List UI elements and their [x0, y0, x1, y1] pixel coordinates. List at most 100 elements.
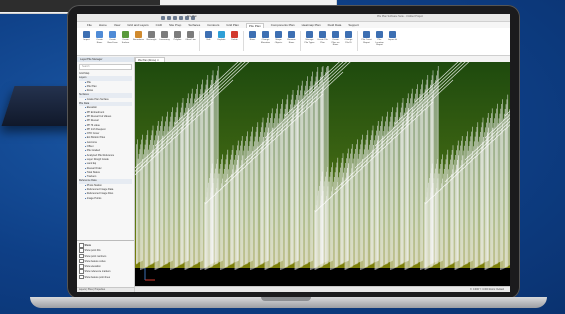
- change-elevation-button[interactable]: Change Elevation: [260, 31, 271, 49]
- row-from-icon: [109, 31, 116, 38]
- ribbon-button-label: Explode: [217, 39, 226, 41]
- ribbon-button-label: Pile Location Report: [375, 39, 384, 47]
- pile-count-report-button[interactable]: Pile Count Report: [361, 31, 372, 49]
- offset-icon: [187, 31, 194, 38]
- redo-icon[interactable]: [173, 15, 177, 20]
- create-surface-button[interactable]: Create Surface: [120, 31, 131, 49]
- ribbon-button-label: Rows: [249, 39, 256, 41]
- app-window: Site Plan Pile Plan Software Suite - Unt…: [77, 14, 510, 292]
- ribbon-button-label: Create Surface: [121, 39, 130, 44]
- create-row-from-button[interactable]: Create Row From: [107, 31, 118, 49]
- import-icon: [83, 31, 90, 38]
- panel-divider[interactable]: [77, 240, 134, 241]
- surface-icon: [122, 31, 129, 38]
- ribbon-separator: [199, 31, 200, 51]
- delete-button[interactable]: Delete: [229, 31, 240, 49]
- window-title: Pile Plan Software Suite - Untitled Proj…: [377, 15, 423, 18]
- ribbon-button-label: Change Elevation: [261, 39, 270, 44]
- manage-pile-types-button[interactable]: Manage Pile Types: [304, 31, 315, 49]
- ribbon-button-label: Shape Objects: [274, 39, 283, 44]
- rows-list-icon: [249, 31, 256, 38]
- search-input[interactable]: Search: [79, 64, 132, 70]
- explode-icon: [218, 31, 225, 38]
- tab-view[interactable]: View: [114, 23, 120, 27]
- rows-button[interactable]: Rows: [247, 31, 258, 49]
- option-checkbox[interactable]: Show reference markers: [79, 269, 111, 274]
- import-button[interactable]: Import: [81, 31, 92, 49]
- ribbon-button-label: Boundaries: [132, 39, 145, 41]
- ribbon-button-label: Pile Count Report: [361, 39, 372, 44]
- pile-plan-plot[interactable]: [135, 62, 510, 292]
- panel-header: Layer/Pile Manager: [77, 57, 134, 62]
- title-tab[interactable]: Site Plan: [187, 15, 197, 18]
- ribbon-button-label: Delete: [231, 39, 238, 41]
- undo-icon[interactable]: [167, 15, 171, 20]
- ribbon-button-label: Offset Line: [185, 39, 196, 41]
- save-icon[interactable]: [161, 15, 165, 20]
- ribbon-button-label: Manage Pile Types: [304, 39, 315, 44]
- ribbon-separator: [243, 31, 244, 51]
- tab-surfaces[interactable]: Surfaces: [188, 23, 200, 27]
- ribbon-toolbar: Import Create Rows Create Row From Create S…: [77, 28, 510, 56]
- ribbon-button-label: Import Id: [388, 39, 397, 41]
- tab-contours[interactable]: Contours: [207, 23, 219, 27]
- create-rows-button[interactable]: Create Rows: [94, 31, 105, 49]
- ribbon-button-label: Import: [83, 39, 90, 41]
- edit-button[interactable]: Edit: [203, 31, 214, 49]
- elevation-icon: [262, 31, 269, 38]
- report-icon: [363, 31, 370, 38]
- delete-icon: [231, 31, 238, 38]
- ribbon-button-label: Rectangle: [146, 39, 157, 41]
- option-checkbox[interactable]: Show feature point lines: [79, 275, 111, 280]
- offset-line-button[interactable]: Offset Line: [185, 31, 196, 49]
- tab-home[interactable]: Home: [99, 23, 107, 27]
- edit-icon: [205, 31, 212, 38]
- ribbon-button-label: Edit: [206, 39, 211, 41]
- panel-footer-tabs[interactable]: Layers | Piles | Properties: [77, 287, 134, 292]
- map-viewport[interactable]: [135, 62, 510, 292]
- tab-grid-and-layers[interactable]: Grid and Layers: [127, 23, 148, 27]
- array-icon: [161, 31, 168, 38]
- tab-support[interactable]: Support: [348, 23, 359, 27]
- rectangle-button[interactable]: Rectangle: [146, 31, 157, 49]
- piles-rows-icon: [332, 31, 339, 38]
- rename-rows-button[interactable]: Rename Rows: [286, 31, 297, 49]
- pile-location-report-button[interactable]: Pile Location Report: [374, 31, 385, 49]
- tab-file[interactable]: File: [87, 23, 92, 27]
- location-icon: [376, 31, 383, 38]
- tab-pile-plan[interactable]: Pile Plan: [245, 22, 264, 28]
- lineaarray-button[interactable]: Lineaarray: [159, 31, 170, 49]
- polyline-button[interactable]: Polyline: [172, 31, 183, 49]
- manage-icon: [306, 31, 313, 38]
- ribbon-button-label: Create Row From: [107, 39, 118, 44]
- pile-id-icon: [345, 31, 352, 38]
- boundaries-button[interactable]: Boundaries: [133, 31, 144, 49]
- laptop-notch: [261, 297, 311, 301]
- tree-item[interactable]: Image Points: [79, 197, 134, 201]
- pile-plan-icon: [319, 31, 326, 38]
- tab-heatmap-plan[interactable]: Heatmap Plan: [302, 23, 321, 27]
- layer-panel: Layer/Pile Manager Search Grid Map Layers…: [77, 57, 135, 292]
- rows-icon: [96, 31, 103, 38]
- open-icon[interactable]: [179, 15, 183, 20]
- explode-button[interactable]: Explode: [216, 31, 227, 49]
- rename-icon: [288, 31, 295, 38]
- tab-grid-plan[interactable]: Grid Plan: [226, 23, 239, 27]
- ribbon-button-label: Create Pile Plan: [317, 39, 328, 44]
- tab-field-data[interactable]: Field Data: [328, 23, 342, 27]
- shape-objects-button[interactable]: Shape Objects: [273, 31, 284, 49]
- change-pile-id-button[interactable]: Change Pile ID: [343, 31, 354, 49]
- import-id-button[interactable]: Import Id: [387, 31, 398, 49]
- ribbon-button-label: Polyline: [173, 39, 182, 41]
- import-id-icon: [389, 31, 396, 38]
- tab-cad[interactable]: CAD: [156, 23, 162, 27]
- create-pile-plan-button[interactable]: Create Pile Plan: [317, 31, 328, 49]
- layer-tree: Grid MapLayersPilePile PlanRowsSurfacesG…: [79, 72, 134, 201]
- create-piles-on-rows-button[interactable]: Create Piles on Rows: [330, 31, 341, 49]
- tab-site-prep[interactable]: Site Prep: [169, 23, 181, 27]
- title-bar: Site Plan Pile Plan Software Suite - Unt…: [77, 14, 510, 22]
- ribbon-separator: [300, 31, 301, 51]
- status-bar: X: 0.000 Y: 0.000 Zoom: Default: [135, 286, 510, 292]
- display-options: Show Show point IDs Show point numbers Show…: [79, 243, 111, 280]
- tab-components-plan[interactable]: Components Plan: [271, 23, 295, 27]
